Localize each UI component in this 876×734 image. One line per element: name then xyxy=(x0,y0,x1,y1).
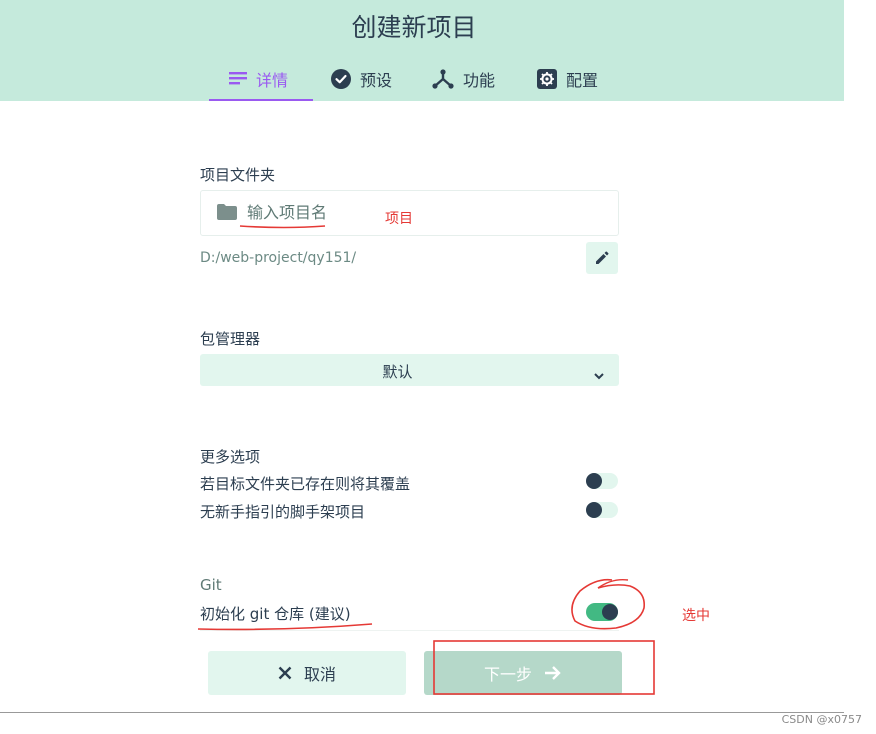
package-manager-label: 包管理器 xyxy=(200,330,261,348)
toggle-knob xyxy=(586,473,602,489)
git-init-toggle[interactable] xyxy=(586,603,618,621)
overwrite-option-label: 若目标文件夹已存在则将其覆盖 xyxy=(200,475,411,493)
check-circle-icon xyxy=(331,69,351,89)
git-init-label: 初始化 git 仓库 (建议) xyxy=(200,605,351,623)
more-options-label: 更多选项 xyxy=(200,448,261,466)
cancel-button[interactable]: 取消 xyxy=(208,651,406,695)
tab-presets-label: 预设 xyxy=(360,71,393,90)
tab-presets[interactable]: 预设 xyxy=(331,66,392,92)
project-folder-label: 项目文件夹 xyxy=(200,166,276,184)
tab-features-label: 功能 xyxy=(463,71,496,90)
tree-icon xyxy=(432,69,454,89)
list-icon xyxy=(229,72,247,86)
bare-scaffold-toggle[interactable] xyxy=(586,502,618,518)
tab-config-label: 配置 xyxy=(566,71,599,90)
annotation-project: 项目 xyxy=(385,211,413,227)
chevron-down-icon xyxy=(593,365,605,384)
package-manager-select[interactable]: 默认 xyxy=(200,354,619,386)
close-icon xyxy=(278,666,292,680)
tab-features[interactable]: 功能 xyxy=(432,66,495,92)
project-path: D:/web-project/qy151/ xyxy=(200,250,357,266)
bare-scaffold-option-label: 无新手指引的脚手架项目 xyxy=(200,503,366,521)
page-title: 创建新项目 xyxy=(351,13,477,42)
gear-icon xyxy=(537,69,557,89)
package-manager-value: 默认 xyxy=(382,363,413,381)
watermark-text: CSDN @x0757 xyxy=(781,713,862,726)
next-label: 下一步 xyxy=(483,665,532,684)
bottom-divider xyxy=(0,712,844,713)
annotation-selected: 选中 xyxy=(682,608,710,624)
arrow-right-icon xyxy=(544,665,562,681)
edit-path-button[interactable] xyxy=(586,242,618,274)
tab-details[interactable]: 详情 xyxy=(229,66,288,92)
active-tab-indicator xyxy=(209,99,313,101)
overwrite-toggle[interactable] xyxy=(586,473,618,489)
folder-icon xyxy=(217,204,237,224)
toggle-knob xyxy=(586,502,602,518)
cancel-label: 取消 xyxy=(303,665,336,684)
tab-details-label: 详情 xyxy=(256,71,289,90)
pencil-icon xyxy=(594,250,610,266)
toggle-knob xyxy=(602,604,618,620)
git-section-label: Git xyxy=(200,576,222,594)
tab-config[interactable]: 配置 xyxy=(537,66,598,92)
next-button[interactable]: 下一步 xyxy=(424,651,622,695)
section-divider xyxy=(200,630,619,631)
